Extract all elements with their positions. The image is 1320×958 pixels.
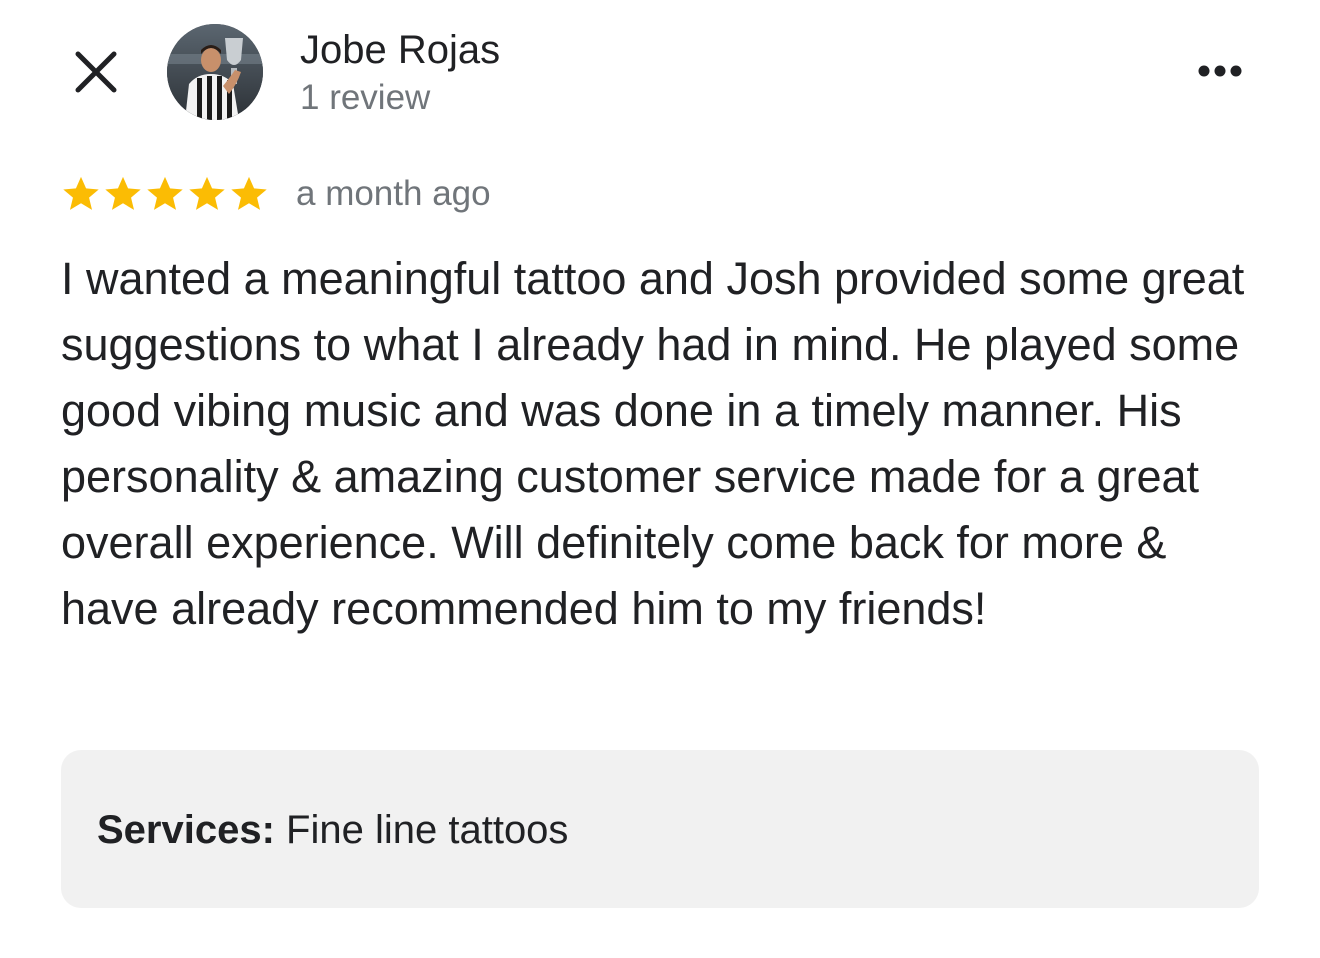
services-value: Fine line tattoos bbox=[286, 808, 569, 852]
services-line: Services: Fine line tattoos bbox=[97, 806, 568, 854]
close-icon bbox=[75, 51, 117, 93]
star-icon bbox=[231, 176, 267, 210]
review-header: Jobe Rojas 1 review bbox=[0, 0, 1320, 140]
services-label: Services: bbox=[97, 808, 275, 852]
star-icon bbox=[105, 176, 141, 210]
reviewer-name[interactable]: Jobe Rojas bbox=[300, 26, 500, 74]
star-icon bbox=[147, 176, 183, 210]
review-count: 1 review bbox=[300, 78, 431, 117]
more-options-button[interactable] bbox=[1192, 48, 1256, 94]
avatar[interactable] bbox=[167, 24, 263, 120]
avatar-photo bbox=[167, 24, 263, 120]
more-horizontal-icon bbox=[1198, 65, 1242, 77]
star-rating bbox=[60, 173, 270, 215]
close-button[interactable] bbox=[70, 46, 122, 98]
star-icon bbox=[189, 176, 225, 210]
services-box: Services: Fine line tattoos bbox=[61, 750, 1259, 908]
review-date: a month ago bbox=[296, 174, 491, 213]
rating-row: a month ago bbox=[60, 170, 491, 218]
star-icon bbox=[63, 176, 99, 210]
review-text: I wanted a meaningful tattoo and Josh pr… bbox=[61, 253, 1245, 634]
